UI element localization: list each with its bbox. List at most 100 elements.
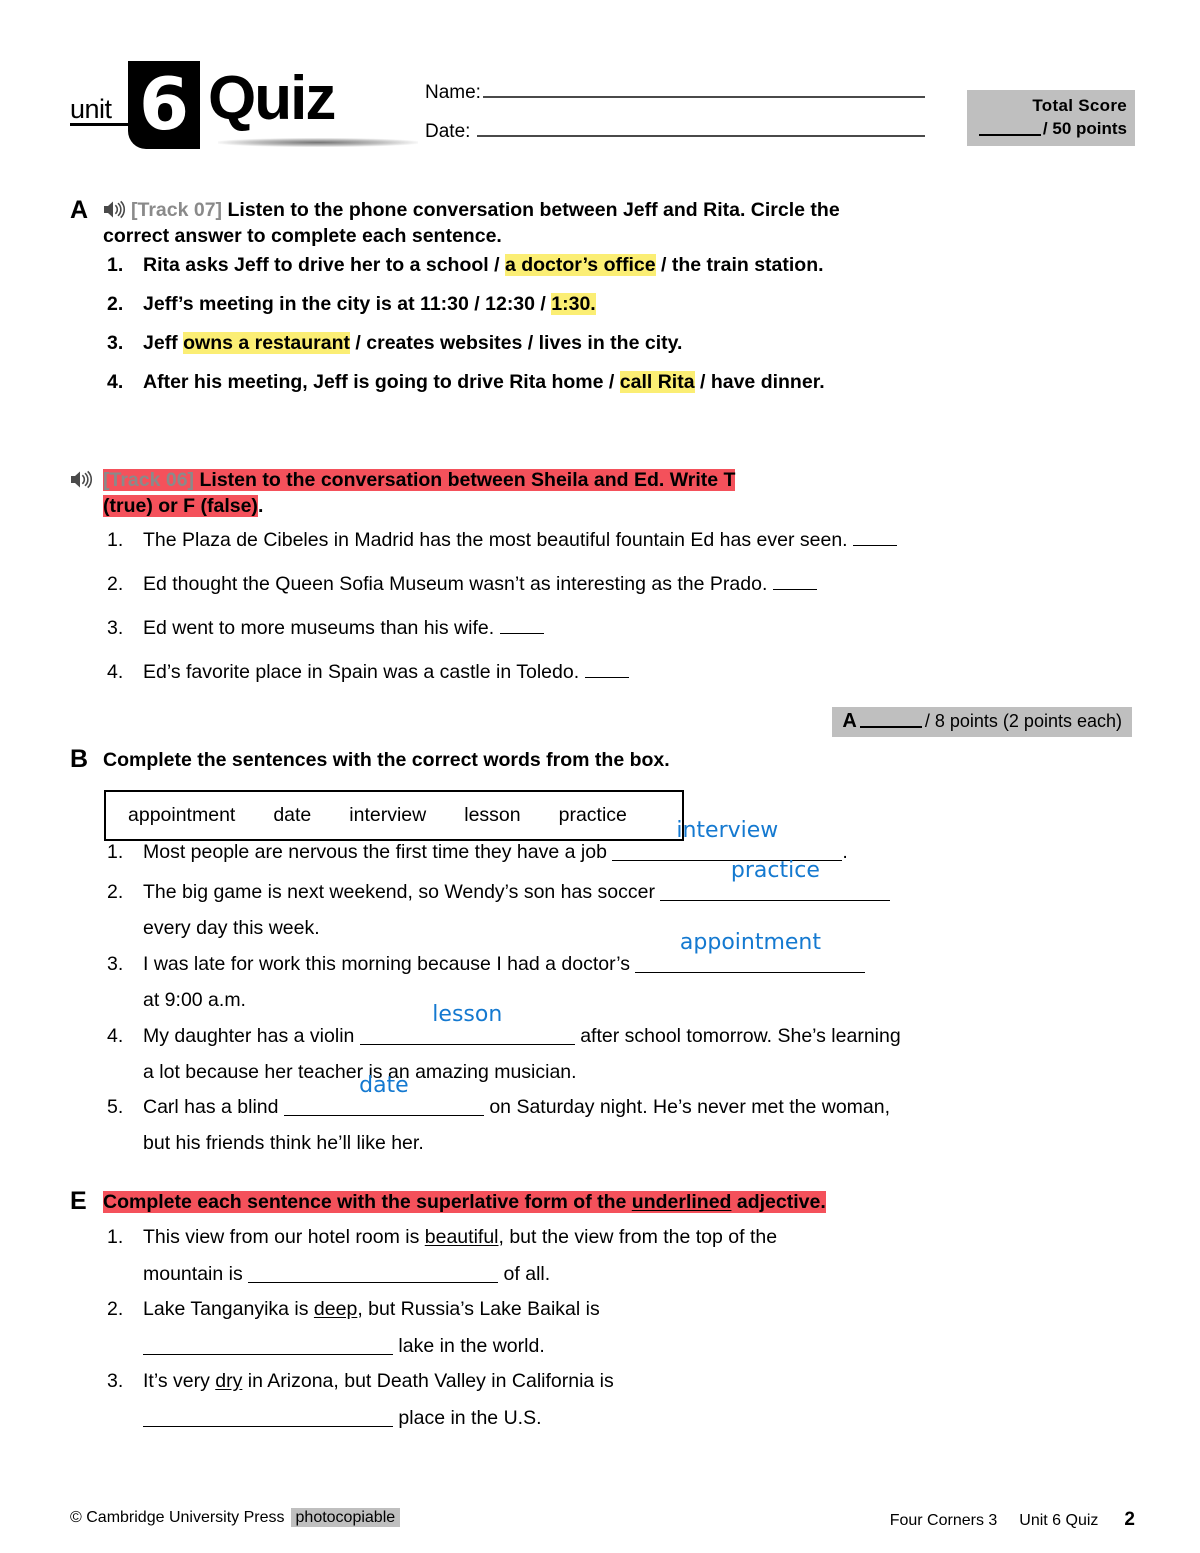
points-bar-a-letter: A <box>842 710 857 732</box>
item-text: Rita asks Jeff to drive her to <box>143 254 410 276</box>
section-a2-item: 3. Ed went to more museums than his wife. <box>103 616 1053 642</box>
word-bank-item[interactable]: lesson <box>464 804 520 827</box>
item-number: 2. <box>107 572 124 595</box>
section-a-option-1[interactable]: drive Rita home <box>457 371 603 393</box>
total-score-box: Total Score / 50 points <box>967 90 1135 146</box>
item-text-after: after school tomorrow. She’s learning <box>574 1024 901 1047</box>
date-row: Date: <box>425 121 925 143</box>
answer-blank[interactable] <box>853 533 898 546</box>
answer-blank[interactable] <box>499 621 544 634</box>
section-e-instruction-pre: Complete each sentence with the superlat… <box>103 1191 632 1213</box>
section-a-option-1[interactable]: 11:30 <box>420 293 469 315</box>
section-a2-track-label: [Track 06] <box>103 469 195 491</box>
section-a-letter: A <box>70 196 89 224</box>
item-number: 4. <box>107 370 124 393</box>
answer-blank[interactable] <box>772 577 817 590</box>
section-a-option-2[interactable]: call Rita <box>619 370 695 393</box>
answer-text: lesson <box>432 1001 503 1027</box>
item-number: 3. <box>107 331 124 354</box>
item-number: 1. <box>107 529 124 551</box>
section-e-instruction-post: adjective. <box>731 1191 826 1213</box>
section-a2-instruction-line1: Listen to the conversation between Sheil… <box>199 469 736 491</box>
section-a2-list: 1. The Plaza de Cibeles in Madrid has the… <box>103 528 1053 704</box>
total-score-points-label: / 50 points <box>1042 119 1127 138</box>
section-a-option-3[interactable]: have dinner. <box>711 371 825 393</box>
item-continuation: every day this week. <box>143 916 320 939</box>
answer-blank[interactable] <box>584 665 629 678</box>
points-bar-a-blank[interactable] <box>859 716 922 729</box>
section-a2-instruction-tail: . <box>257 494 264 517</box>
unit-quiz-label: Unit 6 Quiz <box>1019 1512 1099 1529</box>
section-a-option-3[interactable]: lives in the city. <box>539 332 683 354</box>
word-bank-item[interactable]: date <box>273 804 311 827</box>
item-text: Jeff’s meeting in the city is at <box>143 292 421 315</box>
photocopiable-badge: photocopiable <box>290 1508 401 1527</box>
answer-text: date <box>359 1073 409 1099</box>
section-e-instruction-underlined: underlined <box>631 1191 732 1213</box>
speaker-icon <box>70 470 94 489</box>
item-text: Ed’s favorite place in Spain was a castl… <box>143 660 580 683</box>
section-e-item: 2. Lake Tanganyika is deep, but Russia’s … <box>103 1297 1063 1360</box>
section-a-item: 4. After his meeting, Jeff is going to dr… <box>103 370 1003 396</box>
section-a-option-1[interactable]: a school <box>410 254 489 276</box>
item-continuation-pre: mountain is <box>143 1262 249 1285</box>
section-b-item: 5. Carl has a blind date on Saturday nigh… <box>103 1075 1063 1157</box>
name-input-line[interactable] <box>483 84 925 98</box>
answer-field[interactable]: lesson <box>359 1003 575 1050</box>
quiz-page: unit 6 Quiz Name: Date: Total Score / 50… <box>0 0 1200 1553</box>
unit-label: unit <box>70 96 130 126</box>
section-a-option-2[interactable]: creates websites <box>366 332 522 354</box>
section-a-instruction: [Track 07] Listen to the phone conversat… <box>103 198 863 249</box>
quiz-title: Quiz <box>208 64 336 133</box>
item-number: 1. <box>107 254 124 276</box>
item-text: Most people are nervous the first time t… <box>143 841 613 863</box>
item-text: Carl has a blind <box>143 1096 284 1119</box>
item-text-after: , but Russia’s Lake Baikal is <box>357 1297 600 1320</box>
item-continuation-post: place in the U.S. <box>393 1406 542 1429</box>
section-a-option-1[interactable]: owns a restaurant <box>183 331 350 354</box>
name-date-block: Name: Date: <box>425 82 925 160</box>
word-bank-item[interactable]: appointment <box>128 804 235 827</box>
section-a-option-2[interactable]: 12:30 <box>485 293 535 315</box>
total-score-points: / 50 points <box>975 119 1127 139</box>
item-text-after: , but the view from the top of the <box>498 1226 778 1248</box>
name-label: Name: <box>425 82 481 103</box>
item-continuation: lake in the world. <box>143 1334 1063 1360</box>
section-a2-item: 4. Ed’s favorite place in Spain was a cas… <box>103 660 1053 686</box>
word-bank-item[interactable]: interview <box>349 804 426 827</box>
section-a2-item: 1. The Plaza de Cibeles in Madrid has the… <box>103 528 1053 554</box>
name-row: Name: <box>425 82 925 104</box>
answer-text: interview <box>676 818 779 843</box>
answer-blank[interactable] <box>143 1338 393 1355</box>
answer-field[interactable]: date <box>283 1075 484 1121</box>
date-label: Date: <box>425 121 471 142</box>
item-continuation: mountain is of all. <box>143 1262 1063 1288</box>
word-bank: appointment date interview lesson practice <box>104 790 684 841</box>
answer-text: appointment <box>679 929 821 955</box>
points-bar-a: A / 8 points (2 points each) <box>832 707 1132 737</box>
section-a-option-2[interactable]: a doctor’s office <box>504 254 656 276</box>
item-number: 4. <box>107 1024 124 1047</box>
item-number: 3. <box>107 1369 124 1392</box>
item-number: 2. <box>107 880 124 903</box>
item-continuation: but his friends think he’ll like her. <box>143 1132 424 1155</box>
footer-left: © Cambridge University Press photocopiabl… <box>70 1508 401 1527</box>
answer-blank[interactable] <box>143 1410 393 1427</box>
total-score-blank[interactable] <box>978 123 1041 137</box>
item-number: 3. <box>107 952 124 975</box>
answer-field[interactable]: appointment <box>635 931 866 978</box>
underlined-adjective: dry <box>215 1369 243 1392</box>
answer-blank[interactable] <box>248 1266 499 1283</box>
section-a-option-3[interactable]: 1:30. <box>551 292 596 315</box>
item-text: Jeff <box>143 331 184 354</box>
date-input-line[interactable] <box>477 123 925 137</box>
speaker-icon <box>103 200 127 219</box>
section-e-list: 1. This view from our hotel room is beaut… <box>103 1225 1063 1441</box>
item-number: 2. <box>107 292 124 315</box>
item-text: Ed thought the Queen Sofia Museum wasn’t… <box>143 572 768 595</box>
book-title: Four Corners 3 <box>889 1512 998 1529</box>
answer-field[interactable]: practice <box>660 859 891 906</box>
section-a-option-3[interactable]: the train station. <box>672 254 824 276</box>
quiz-title-shadow <box>218 138 418 147</box>
footer-right: Four Corners 3 Unit 6 Quiz 2 <box>890 1509 1135 1531</box>
